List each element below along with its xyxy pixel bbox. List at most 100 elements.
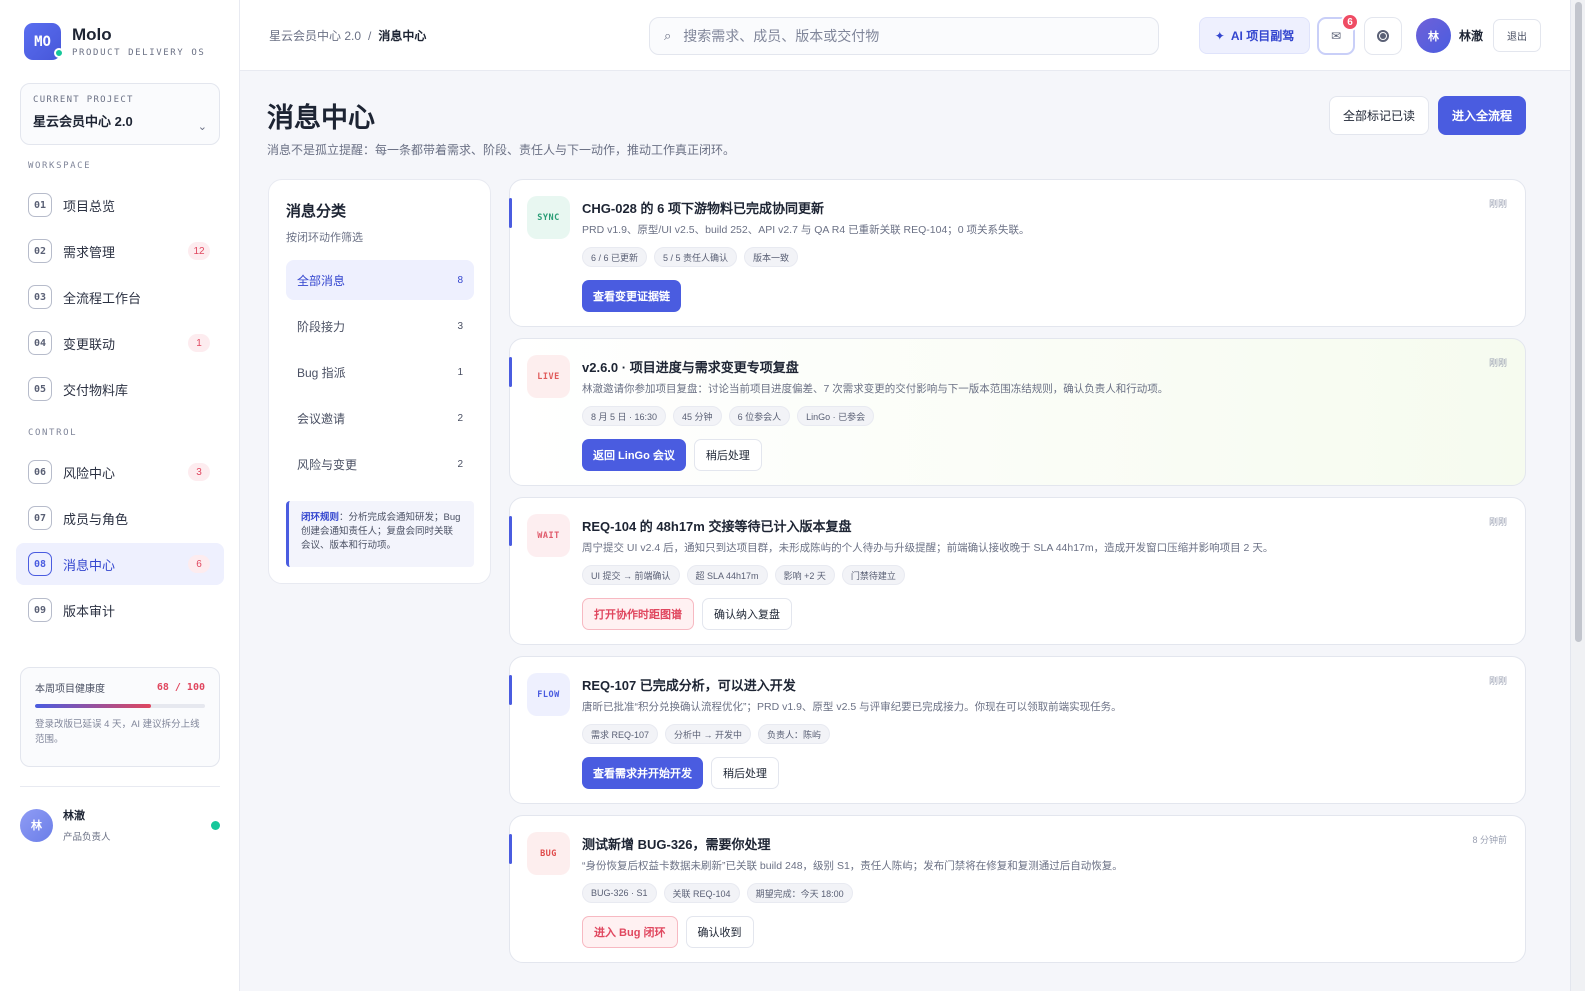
mail-icon: ✉: [1330, 29, 1342, 43]
message-actions: 进入 Bug 闭环 确认收到: [582, 916, 754, 948]
category-panel: 消息分类 按闭环动作筛选 全部消息 8 阶段接力 3 Bug 指派 1 会议邀请 2 风险与变更…: [268, 179, 491, 584]
message-card[interactable]: WAIT REQ-104 的 48h17m 交接等待已计入版本复盘 周宁提交 UI …: [509, 497, 1526, 645]
search-input[interactable]: [683, 28, 1124, 44]
message-time: 8 分钟前: [1472, 835, 1507, 845]
avatar[interactable]: 林: [1416, 18, 1451, 53]
sidebar-item[interactable]: 03 全流程工作台: [16, 276, 224, 318]
sidebar-item[interactable]: 07 成员与角色: [16, 497, 224, 539]
message-description: 唐昕已批准“积分兑换确认流程优化”；PRD v1.9、原型 v2.5 与评审纪要…: [582, 701, 1122, 713]
mark-all-read-button[interactable]: 全部标记已读: [1329, 96, 1429, 135]
message-time: 刚刚: [1488, 358, 1507, 368]
message-title: 测试新增 BUG-326，需要你处理: [582, 837, 771, 852]
category-item[interactable]: 会议邀请 2: [286, 398, 474, 438]
message-chips: BUG-326 · S1 关联 REQ-104 期望完成：今天 18:00: [582, 883, 860, 903]
message-chip: 期望完成：今天 18:00: [746, 883, 853, 903]
message-chip: 分析中 → 开发中: [665, 724, 752, 744]
nav-number: 05: [28, 377, 52, 401]
notifications-button[interactable]: ✉ 6: [1317, 13, 1359, 55]
notification-badge: 6: [1341, 13, 1359, 31]
message-card[interactable]: SYNC CHG-028 的 6 项下游物料已完成协同更新 PRD v1.9、原型/…: [509, 179, 1526, 327]
message-accent-bar: [509, 675, 512, 705]
message-primary-button[interactable]: 打开协作时距图谱: [582, 598, 694, 630]
ai-copilot-label: AI 项目副驾: [1230, 29, 1295, 43]
category-label: Bug 指派: [297, 365, 346, 380]
category-item[interactable]: 阶段接力 3: [286, 306, 474, 346]
category-item[interactable]: Bug 指派 1: [286, 352, 474, 392]
message-actions: 查看变更证据链: [582, 280, 689, 312]
scrollbar-thumb[interactable]: [1575, 2, 1582, 642]
message-secondary-button[interactable]: 稍后处理: [711, 757, 779, 789]
section-label-workspace: WORKSPACE: [28, 161, 92, 171]
message-primary-button[interactable]: 查看需求并开始开发: [582, 757, 703, 789]
nav-label: 交付物料库: [63, 382, 129, 398]
breadcrumb-current: 消息中心: [378, 29, 427, 43]
nav-label: 变更联动: [63, 336, 116, 352]
section-label-control: CONTROL: [28, 428, 78, 438]
category-count: 2: [457, 458, 463, 470]
message-description: 周宁提交 UI v2.4 后，通知只到达项目群，未形成陈屿的个人待办与升级提醒；…: [582, 542, 1274, 554]
nav-label: 全流程工作台: [63, 290, 142, 306]
message-primary-button[interactable]: 进入 Bug 闭环: [582, 916, 678, 948]
sidebar-item[interactable]: 05 交付物料库: [16, 368, 224, 410]
scrollbar[interactable]: [1570, 0, 1585, 991]
message-description: “身份恢复后权益卡数据未刷新”已关联 build 248，级别 S1，责任人陈屿…: [582, 860, 1123, 872]
message-chip: 5 / 5 责任人确认: [654, 247, 738, 267]
sidebar-item[interactable]: 04 变更联动 1: [16, 322, 224, 364]
message-actions: 打开协作时距图谱 确认纳入复盘: [582, 598, 792, 630]
message-chips: 需求 REQ-107 分析中 → 开发中 负责人：陈屿: [582, 724, 837, 744]
breadcrumb: 星云会员中心 2.0 / 消息中心: [269, 27, 426, 44]
nav-label: 项目总览: [63, 198, 116, 214]
category-item[interactable]: 全部消息 8: [286, 260, 474, 300]
theme-toggle-button[interactable]: [1364, 17, 1402, 55]
breadcrumb-separator: /: [368, 29, 372, 43]
sidebar-item[interactable]: 09 版本审计: [16, 589, 224, 631]
category-count: 3: [457, 320, 463, 332]
enter-flow-button[interactable]: 进入全流程: [1438, 96, 1526, 135]
message-chips: 6 / 6 已更新 5 / 5 责任人确认 版本一致: [582, 247, 805, 267]
app-logo: MO: [24, 23, 64, 60]
ai-copilot-button[interactable]: ✦ AI 项目副驾: [1199, 17, 1310, 54]
nav-label: 需求管理: [63, 244, 116, 260]
message-chip: BUG-326 · S1: [582, 883, 657, 903]
topbar: 星云会员中心 2.0 / 消息中心 ⌕ ✦ AI 项目副驾 ✉ 6 林 林澈 退出: [240, 0, 1570, 71]
sidebar-item[interactable]: 02 需求管理 12: [16, 230, 224, 272]
message-card[interactable]: BUG 测试新增 BUG-326，需要你处理 “身份恢复后权益卡数据未刷新”已关联 …: [509, 815, 1526, 963]
nav-badge: 6: [188, 555, 210, 573]
logout-button[interactable]: 退出: [1493, 19, 1541, 52]
message-primary-button[interactable]: 返回 LinGo 会议: [582, 439, 686, 471]
nav-number: 07: [28, 506, 52, 530]
nav-number: 01: [28, 193, 52, 217]
message-secondary-button[interactable]: 确认收到: [685, 916, 754, 948]
message-accent-bar: [509, 198, 512, 228]
search-icon: ⌕: [664, 28, 672, 43]
nav-number: 02: [28, 239, 52, 263]
nav-badge: 1: [188, 334, 210, 352]
message-card[interactable]: FLOW REQ-107 已完成分析，可以进入开发 唐昕已批准“积分兑换确认流程优化…: [509, 656, 1526, 804]
category-label: 会议邀请: [297, 411, 346, 426]
message-chip: LinGo · 已参会: [797, 406, 875, 426]
brand[interactable]: MO Molo PRODUCT DELIVERY OS: [24, 23, 205, 60]
sidebar-item[interactable]: 08 消息中心 6: [16, 543, 224, 585]
search-box[interactable]: ⌕: [649, 17, 1159, 55]
message-card[interactable]: LIVE v2.6.0 · 项目进度与需求变更专项复盘 林澈邀请你参加项目复盘：讨论…: [509, 338, 1526, 486]
category-subtitle: 按闭环动作筛选: [286, 232, 363, 244]
category-label: 风险与变更: [297, 457, 358, 472]
breadcrumb-root[interactable]: 星云会员中心 2.0: [269, 29, 361, 43]
message-secondary-button[interactable]: 确认纳入复盘: [702, 598, 792, 630]
message-type-tag: FLOW: [527, 673, 570, 716]
message-chip: 影响 +2 天: [774, 565, 835, 585]
user-card[interactable]: 林 林澈 产品负责人: [20, 805, 220, 845]
category-item[interactable]: 风险与变更 2: [286, 444, 474, 484]
message-primary-button[interactable]: 查看变更证据链: [582, 280, 681, 312]
page-subtitle: 消息不是孤立提醒：每一条都带着需求、阶段、责任人与下一动作，推动工作真正闭环。: [267, 143, 736, 157]
message-secondary-button[interactable]: 稍后处理: [693, 439, 762, 471]
sidebar-item[interactable]: 01 项目总览: [16, 184, 224, 226]
app-tagline: PRODUCT DELIVERY OS: [72, 48, 206, 58]
nav-badge: 12: [188, 242, 210, 260]
message-type-tag: BUG: [527, 832, 570, 875]
message-accent-bar: [509, 834, 512, 864]
sidebar-item[interactable]: 06 风险中心 3: [16, 451, 224, 493]
project-selector[interactable]: CURRENT PROJECT 星云会员中心 2.0 ⌄: [20, 83, 220, 145]
message-chip: 关联 REQ-104: [663, 883, 740, 903]
nav-number: 08: [28, 552, 52, 576]
